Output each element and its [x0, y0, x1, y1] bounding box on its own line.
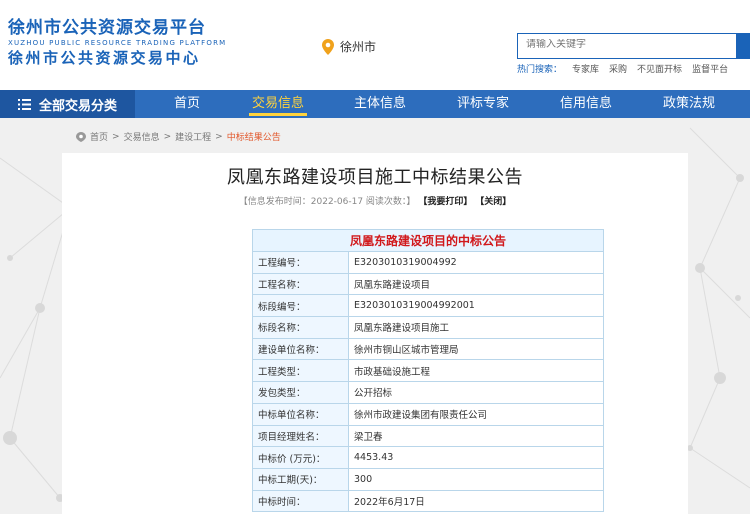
row-key: 工程类型： [252, 359, 349, 383]
row-key: 中标单位名称： [252, 402, 349, 426]
table-row: 工程名称： 凤凰东路建设项目 [252, 272, 604, 296]
row-value: 2022年6月17日 [348, 489, 604, 513]
all-categories-button[interactable]: 全部交易分类 [0, 90, 135, 118]
hot-search-label: 热门搜索： [517, 65, 563, 75]
hot-search: 热门搜索： 专家库 采购 不见面开标 监督平台 [517, 62, 728, 75]
row-value: 凤凰东路建设项目施工 [348, 316, 604, 339]
location-pin-icon [322, 38, 334, 55]
row-value: 市政基础设施工程 [348, 359, 604, 383]
row-value: 徐州市政建设集团有限责任公司 [348, 402, 604, 426]
result-table: 凤凰东路建设项目的中标公告 工程编号： E3203010319004992 工程名… [252, 229, 604, 513]
table-row: 中标时间： 2022年6月17日 [252, 489, 604, 513]
row-key: 发包类型： [252, 381, 349, 404]
table-row: 中标价 (万元)： 4453.43 [252, 446, 604, 469]
publish-info: 【信息发布时间：2022-06-17 阅读次数：】 [238, 197, 416, 207]
row-key: 标段名称： [252, 316, 349, 339]
location-selector[interactable]: 徐州市 [322, 38, 376, 55]
nav-item-entity-info[interactable]: 主体信息 [329, 90, 431, 118]
search-button[interactable] [736, 33, 750, 59]
main-nav: 全部交易分类 首页 交易信息 主体信息 评标专家 信用信息 政策法规 [0, 90, 750, 118]
row-value: 凤凰东路建设项目 [348, 272, 604, 296]
row-value: 4453.43 [348, 446, 604, 469]
search-box [517, 33, 750, 59]
table-heading: 凤凰东路建设项目的中标公告 [252, 229, 604, 252]
table-row: 标段名称： 凤凰东路建设项目施工 [252, 316, 604, 339]
table-row: 标段编号： E3203010319004992001 [252, 294, 604, 318]
location-label: 徐州市 [340, 40, 377, 54]
row-key: 中标时间： [252, 489, 349, 513]
row-value: 公开招标 [348, 381, 604, 404]
menu-icon [18, 98, 31, 110]
hot-search-item[interactable]: 专家库 [572, 62, 599, 75]
table-row: 发包类型： 公开招标 [252, 381, 604, 404]
row-key: 标段编号： [252, 294, 349, 318]
row-key: 建设单位名称： [252, 337, 349, 361]
hot-search-item[interactable]: 采购 [609, 62, 627, 75]
table-row: 项目经理姓名： 梁卫春 [252, 424, 604, 448]
breadcrumb-home[interactable]: 首页 [90, 130, 108, 143]
row-key: 工程编号： [252, 251, 349, 274]
breadcrumb-separator: > [163, 131, 172, 142]
search-input[interactable] [526, 39, 726, 50]
home-icon [76, 131, 86, 142]
row-value: E3203010319004992001 [348, 294, 604, 318]
site-header: 徐州市公共资源交易平台 XUZHOU PUBLIC RESOURCE TRADI… [0, 0, 750, 90]
close-link[interactable]: 【关闭】 [475, 197, 511, 207]
hot-search-item[interactable]: 不见面开标 [637, 62, 682, 75]
table-row: 工程类型： 市政基础设施工程 [252, 359, 604, 383]
logo-title: 徐州市公共资源交易平台 [8, 18, 206, 38]
row-key: 中标工期(天)： [252, 467, 349, 491]
nav-item-experts[interactable]: 评标专家 [432, 90, 534, 118]
row-value: 梁卫春 [348, 424, 604, 448]
hot-search-item[interactable]: 监督平台 [692, 62, 728, 75]
table-row: 建设单位名称： 徐州市铜山区城市管理局 [252, 337, 604, 361]
article-meta: 【信息发布时间：2022-06-17 阅读次数：】 【我要打印】 【关闭】 [62, 194, 688, 207]
breadcrumb-separator: > [112, 131, 120, 142]
nav-item-policy[interactable]: 政策法规 [638, 90, 740, 118]
breadcrumb: 首页 > 交易信息 > 建设工程 > 中标结果公告 [76, 130, 281, 143]
row-value: 300 [348, 467, 604, 491]
row-value: 徐州市铜山区城市管理局 [348, 337, 604, 361]
nav-item-credit-info[interactable]: 信用信息 [535, 90, 637, 118]
breadcrumb-trade-info[interactable]: 交易信息 [124, 130, 160, 143]
breadcrumb-current: 中标结果公告 [226, 133, 281, 143]
all-categories-label: 全部交易分类 [39, 98, 118, 114]
logo-english: XUZHOU PUBLIC RESOURCE TRADING PLATFORM [8, 39, 227, 47]
site-logo[interactable]: 徐州市公共资源交易平台 XUZHOU PUBLIC RESOURCE TRADI… [8, 18, 226, 68]
print-link[interactable]: 【我要打印】 [418, 197, 472, 207]
row-value: E3203010319004992 [348, 251, 604, 274]
table-row: 工程编号： E3203010319004992 [252, 251, 604, 274]
nav-item-trade-info[interactable]: 交易信息 [227, 90, 329, 118]
table-row: 中标单位名称： 徐州市政建设集团有限责任公司 [252, 402, 604, 426]
breadcrumb-separator: > [215, 131, 223, 142]
article-title: 凤凰东路建设项目施工中标结果公告 [227, 167, 523, 188]
breadcrumb-construction[interactable]: 建设工程 [175, 130, 211, 143]
table-heading-row: 凤凰东路建设项目的中标公告 [252, 229, 604, 252]
nav-item-home[interactable]: 首页 [136, 90, 238, 118]
row-key: 中标价 (万元)： [252, 446, 349, 469]
table-row: 中标工期(天)： 300 [252, 467, 604, 491]
logo-subtitle: 徐州市公共资源交易中心 [8, 49, 201, 67]
row-key: 工程名称： [252, 272, 349, 296]
row-key: 项目经理姓名： [252, 424, 349, 448]
